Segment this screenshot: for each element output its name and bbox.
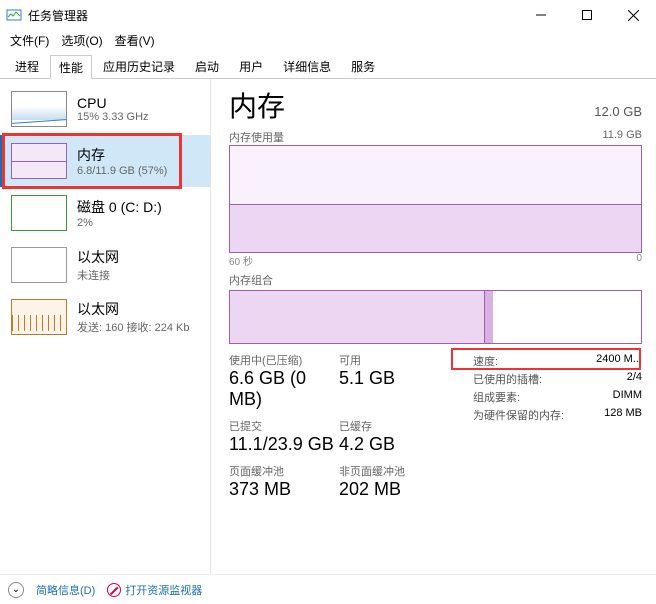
menu-view[interactable]: 查看(V) [111,31,159,50]
speed-label: 速度: [473,353,498,369]
menu-file[interactable]: 文件(F) [6,31,53,50]
memory-total: 12.0 GB [594,104,642,119]
nonpaged-label: 非页面缓冲池 [339,463,449,479]
form-value: DIMM [613,389,642,405]
tab-startup[interactable]: 启动 [186,54,228,78]
speed-value: 2400 M... [596,353,642,369]
sidebar-disk-title: 磁盘 0 (C: D:) [77,197,162,217]
sidebar-eth2-sub: 发送: 160 接收: 224 Kb [77,319,190,335]
main-panel: 内存 12.0 GB 内存使用量 11.9 GB 60 秒 0 内存组合 使用中… [211,79,656,574]
memory-thumb-icon [11,143,67,179]
stats-left: 使用中(已压缩) 6.6 GB (0 MB) 可用 5.1 GB 已提交 11.… [229,352,449,508]
maximize-button[interactable] [564,0,610,30]
sidebar-eth1-sub: 未连接 [77,267,119,283]
chart-axis-right: 0 [636,253,642,268]
disk-thumb-icon [11,195,67,231]
committed-label: 已提交 [229,418,339,434]
tab-users[interactable]: 用户 [230,54,272,78]
sidebar-disk-sub: 2% [77,217,162,229]
sidebar-eth1-title: 以太网 [77,247,119,267]
simple-view-label: 简略信息(D) [36,582,95,598]
slots-value: 2/4 [627,371,642,387]
tab-history[interactable]: 应用历史记录 [94,54,184,78]
window-title: 任务管理器 [28,7,518,24]
sidebar-item-cpu[interactable]: CPU 15% 3.33 GHz [0,83,210,135]
chevron-down-icon[interactable]: ⌄ [8,582,24,598]
resource-monitor-label: 打开资源监视器 [125,582,202,598]
memory-composition-chart [229,290,642,344]
avail-label: 可用 [339,352,449,368]
inuse-label: 使用中(已压缩) [229,352,339,368]
nonpaged-value: 202 MB [339,479,449,500]
paged-value: 373 MB [229,479,339,500]
sidebar-cpu-sub: 15% 3.33 GHz [77,111,149,123]
sidebar-item-ethernet-2[interactable]: 以太网 发送: 160 接收: 224 Kb [0,291,210,343]
menu-options[interactable]: 选项(O) [57,31,106,50]
menubar: 文件(F) 选项(O) 查看(V) [0,30,656,50]
cpu-thumb-icon [11,91,67,127]
page-title: 内存 [229,85,285,125]
sidebar-memory-title: 内存 [77,145,167,165]
form-label: 组成要素: [473,389,520,405]
sidebar-cpu-title: CPU [77,95,149,111]
tab-services[interactable]: 服务 [342,54,384,78]
minimize-button[interactable] [518,0,564,30]
titlebar[interactable]: 任务管理器 [0,0,656,30]
cached-value: 4.2 GB [339,434,449,455]
sidebar-item-memory[interactable]: 内存 6.8/11.9 GB (57%) [0,135,210,187]
sidebar: CPU 15% 3.33 GHz 内存 6.8/11.9 GB (57%) 磁盘… [0,79,211,574]
tabs: 进程 性能 应用历史记录 启动 用户 详细信息 服务 [0,52,656,79]
app-icon [6,7,22,23]
ethernet-thumb-icon [11,247,67,283]
composition-label: 内存组合 [229,272,273,288]
avail-value: 5.1 GB [339,368,449,389]
resource-monitor-icon [107,583,121,597]
reserved-label: 为硬件保留的内存: [473,407,564,423]
stats-right: 速度: 2400 M... 已使用的插槽: 2/4 组成要素: DIMM 为硬件保留的… [473,352,642,508]
sidebar-eth2-title: 以太网 [77,299,190,319]
simple-view-link[interactable]: 简略信息(D) [36,582,95,598]
usage-chart-max: 11.9 GB [602,129,642,145]
tab-details[interactable]: 详细信息 [274,54,340,78]
sidebar-item-ethernet-1[interactable]: 以太网 未连接 [0,239,210,291]
sidebar-item-disk[interactable]: 磁盘 0 (C: D:) 2% [0,187,210,239]
memory-usage-chart [229,145,642,253]
usage-chart-label: 内存使用量 [229,129,284,145]
sidebar-memory-sub: 6.8/11.9 GB (57%) [77,165,167,177]
inuse-value: 6.6 GB (0 MB) [229,368,339,410]
reserved-value: 128 MB [604,407,642,423]
footer: ⌄ 简略信息(D) 打开资源监视器 [0,574,656,604]
tab-processes[interactable]: 进程 [6,54,48,78]
paged-label: 页面缓冲池 [229,463,339,479]
close-button[interactable] [610,0,656,30]
slots-label: 已使用的插槽: [473,371,542,387]
committed-value: 11.1/23.9 GB [229,434,339,455]
ethernet2-thumb-icon [11,299,67,335]
tab-performance[interactable]: 性能 [50,55,92,79]
chart-axis-left: 60 秒 [229,253,253,268]
resource-monitor-link[interactable]: 打开资源监视器 [107,582,202,598]
cached-label: 已缓存 [339,418,449,434]
